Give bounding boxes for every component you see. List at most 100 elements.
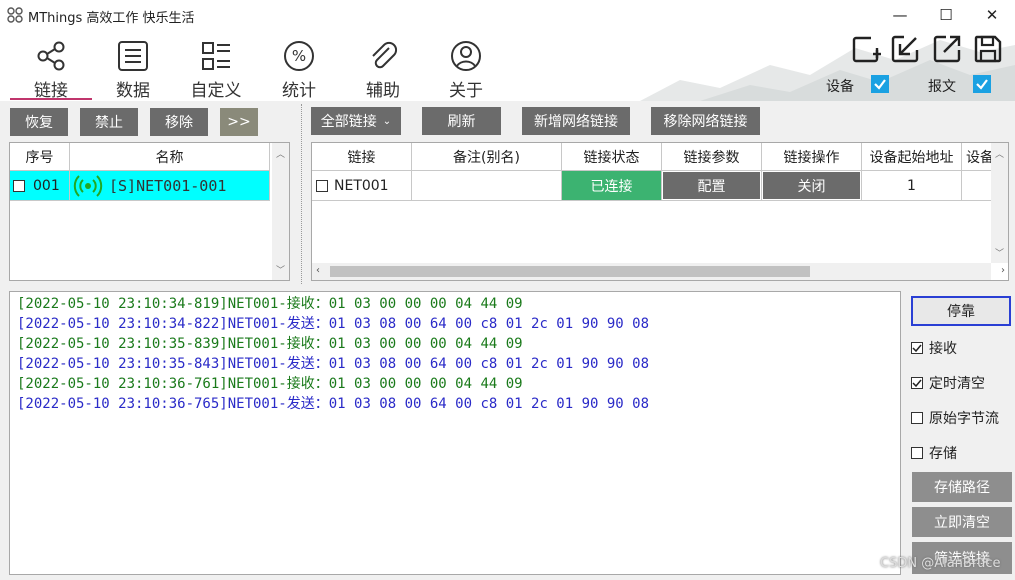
table-row-name-cell[interactable]: [S]NET001-001	[70, 171, 270, 201]
close-button[interactable]: ✕	[969, 0, 1015, 30]
row-checkbox[interactable]	[13, 179, 25, 192]
grid-list-icon	[202, 42, 230, 70]
title-bar: MThings 高效工作 快乐生活 — ☐ ✕	[0, 0, 1015, 30]
timed-clear-label: 定时清空	[929, 376, 985, 392]
horizontal-scrollbar[interactable]: ‹ ›	[312, 263, 1005, 280]
params-cell: 配置	[662, 171, 762, 201]
link-name: NET001	[334, 177, 389, 194]
device-toggle-checkbox[interactable]	[871, 75, 889, 93]
message-toggle-label: 报文	[928, 79, 956, 95]
percent-icon: %	[284, 41, 314, 71]
share-icon	[37, 41, 65, 71]
receive-checkbox[interactable]	[911, 342, 923, 354]
main-navigation: 链接 数据 自定义 % 统计 辅助 关于 设备 报文	[0, 30, 1015, 101]
store-toggle[interactable]: 存储	[911, 443, 957, 463]
link-cell[interactable]: NET001	[312, 171, 412, 201]
panel-splitter[interactable]	[301, 104, 302, 284]
expand-button[interactable]: >>	[220, 108, 258, 136]
refresh-button[interactable]: 刷新	[422, 107, 501, 135]
tab-data[interactable]: 数据	[91, 30, 175, 101]
configure-button[interactable]: 配置	[663, 172, 760, 199]
tab-assist[interactable]: 辅助	[341, 30, 425, 101]
column-header-action: 链接操作	[762, 143, 862, 171]
export-icon[interactable]	[932, 34, 962, 64]
window-title: MThings 高效工作 快乐生活	[28, 11, 195, 26]
vertical-scrollbar[interactable]: ︿ ﹀	[991, 143, 1008, 263]
column-header-name: 名称	[70, 143, 270, 171]
start-address-cell[interactable]: 1	[862, 171, 962, 201]
timed-clear-checkbox[interactable]	[911, 377, 923, 389]
status-badge: 已连接	[562, 171, 662, 201]
list-icon	[118, 41, 148, 71]
add-window-icon[interactable]	[851, 34, 881, 64]
receive-label: 接收	[929, 341, 957, 357]
clear-now-button[interactable]: 立即清空	[912, 507, 1012, 537]
pause-button[interactable]: 停靠	[911, 296, 1011, 326]
row-name: [S]NET001-001	[109, 176, 227, 195]
log-line: [2022-05-10 23:10:36-761]NET001-接收：01 03…	[17, 376, 523, 392]
check-icon	[912, 344, 922, 353]
link-table: 链接 备注(别名) 链接状态 链接参数 链接操作 设备起始地址 设备 NET00…	[311, 142, 1009, 281]
device-toggle-label: 设备	[826, 79, 854, 95]
restore-button[interactable]: 恢复	[10, 108, 68, 136]
remove-network-link-button[interactable]: 移除网络链接	[651, 107, 760, 135]
tab-about[interactable]: 关于	[424, 30, 508, 101]
raw-stream-label: 原始字节流	[929, 411, 999, 427]
scroll-right-icon[interactable]: ›	[1001, 265, 1005, 276]
message-log[interactable]: [2022-05-10 23:10:34-819]NET001-接收：01 03…	[9, 291, 901, 575]
check-icon	[976, 79, 988, 90]
scroll-down-icon[interactable]: ﹀	[995, 246, 1004, 259]
scroll-up-icon[interactable]: ︿	[276, 147, 285, 160]
log-line: [2022-05-10 23:10:34-819]NET001-接收：01 03…	[17, 296, 523, 312]
all-links-label: 全部链接	[320, 114, 377, 130]
svg-text:%: %	[292, 47, 306, 65]
disable-button[interactable]: 禁止	[80, 108, 138, 136]
tab-link[interactable]: 链接	[9, 30, 93, 101]
signal-broadcast-icon	[73, 174, 103, 197]
timed-clear-toggle[interactable]: 定时清空	[911, 373, 985, 393]
alias-cell[interactable]	[412, 171, 562, 201]
active-tab-indicator	[10, 98, 92, 100]
receive-toggle[interactable]: 接收	[911, 338, 957, 358]
tab-assist-label: 辅助	[366, 81, 400, 101]
tab-statistics[interactable]: % 统计	[257, 30, 341, 101]
log-line: [2022-05-10 23:10:36-765]NET001-发送：01 03…	[17, 396, 650, 412]
raw-stream-toggle[interactable]: 原始字节流	[911, 408, 999, 428]
minimize-button[interactable]: —	[877, 0, 923, 30]
device-list-table: 序号 名称 001 [S]NET001-001 ︿ ﹀	[9, 142, 290, 281]
tab-custom[interactable]: 自定义	[174, 30, 258, 101]
add-network-link-button[interactable]: 新增网络链接	[522, 107, 630, 135]
table-row-index-cell[interactable]: 001	[10, 171, 70, 201]
import-icon[interactable]	[890, 34, 920, 64]
app-logo-icon	[7, 7, 23, 23]
message-toggle-checkbox[interactable]	[973, 75, 991, 93]
store-label: 存储	[929, 446, 957, 462]
column-header-params: 链接参数	[662, 143, 762, 171]
action-cell: 关闭	[762, 171, 862, 201]
raw-stream-checkbox[interactable]	[911, 412, 923, 424]
check-icon	[912, 379, 922, 388]
log-line: [2022-05-10 23:10:34-822]NET001-发送：01 03…	[17, 316, 650, 332]
chevron-down-icon: ⌄	[382, 115, 392, 127]
all-links-dropdown[interactable]: 全部链接 ⌄	[311, 107, 401, 135]
close-link-button[interactable]: 关闭	[763, 172, 860, 199]
tab-about-label: 关于	[449, 81, 483, 101]
store-path-button[interactable]: 存储路径	[912, 472, 1012, 502]
column-header-start-address: 设备起始地址	[862, 143, 962, 171]
scroll-up-icon[interactable]: ︿	[995, 147, 1004, 160]
scroll-left-icon[interactable]: ‹	[316, 265, 320, 276]
column-header-alias: 备注(别名)	[412, 143, 562, 171]
user-icon	[451, 41, 481, 71]
save-icon[interactable]	[973, 34, 1003, 64]
paperclip-icon	[372, 41, 398, 69]
remove-button[interactable]: 移除	[150, 108, 208, 136]
log-line: [2022-05-10 23:10:35-843]NET001-发送：01 03…	[17, 356, 650, 372]
store-checkbox[interactable]	[911, 447, 923, 459]
link-row-checkbox[interactable]	[316, 179, 328, 192]
maximize-button[interactable]: ☐	[923, 0, 969, 30]
scrollbar-thumb[interactable]	[330, 266, 810, 277]
tab-data-label: 数据	[116, 81, 150, 101]
vertical-scrollbar[interactable]: ︿ ﹀	[272, 143, 289, 280]
check-icon	[874, 79, 886, 90]
scroll-down-icon[interactable]: ﹀	[276, 263, 285, 276]
